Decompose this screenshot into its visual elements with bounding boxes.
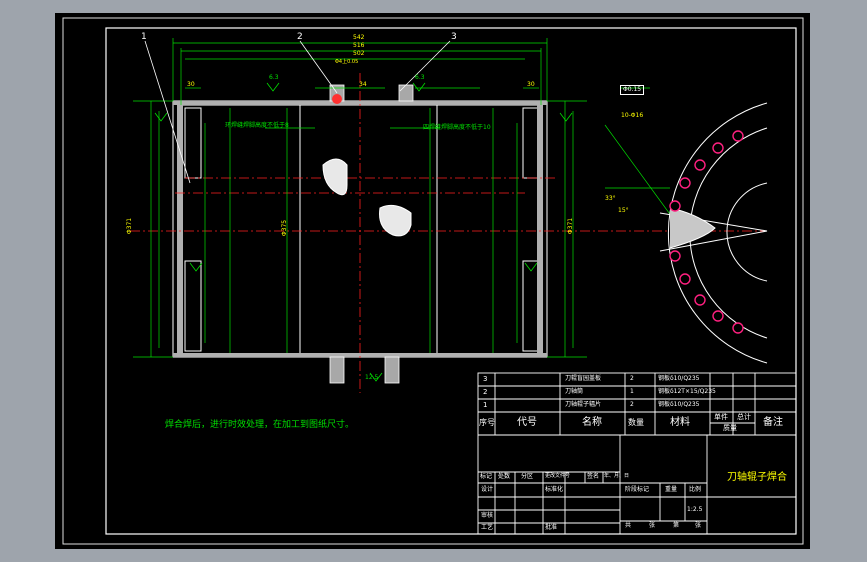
cylinder-body <box>172 100 548 358</box>
title-block-grid <box>477 372 797 535</box>
tb-scale-label: 比例 <box>689 486 702 493</box>
bom-row2-mat: 钢板δ12T×15/Q235 <box>658 388 716 395</box>
bom-row3-name: 刀辊盲园盖板 <box>565 375 602 382</box>
tb-sheets-c: 第 <box>673 522 680 529</box>
dim-angle-a: 33° <box>605 195 616 202</box>
tb-rev-zone: 分区 <box>521 473 534 480</box>
bom-row1-no: 1 <box>483 401 488 409</box>
bom-row2-name: 刀轴筒 <box>565 388 584 395</box>
dim-left-dia: Φ371 <box>126 217 134 235</box>
dim-right-dia: Φ371 <box>567 217 575 235</box>
callout-leaders <box>144 40 451 184</box>
bom-header-name: 名称 <box>582 417 602 428</box>
tb-sheets-d: 张 <box>695 522 702 529</box>
bom-row3-qty: 2 <box>630 375 634 382</box>
flange-view <box>659 102 768 364</box>
weld-note-left: 环焊缝焊脚高度不低于8 <box>225 122 289 129</box>
bom-row3-no: 3 <box>483 375 488 383</box>
tb-review: 审核 <box>481 512 494 519</box>
tb-process: 工艺 <box>481 524 494 531</box>
weld-note-right: 四焊缝焊脚高度不低于10 <box>423 124 491 131</box>
dim-top-right-30: 30 <box>527 81 535 88</box>
bom-header-material: 材料 <box>670 417 690 428</box>
bom-row2-qty: 1 <box>630 388 634 395</box>
drawing-note: 焊合焊后，进行时效处理，在加工到图纸尺寸。 <box>165 420 355 430</box>
tb-scale: 1:2.5 <box>687 506 703 513</box>
bom-row2-no: 2 <box>483 388 488 396</box>
tb-rev-mark: 标记 <box>480 473 493 480</box>
bom-header-weight: 质量 <box>723 424 737 432</box>
bom-row1-qty: 2 <box>630 401 634 408</box>
dim-angle-b: 15° <box>618 207 629 214</box>
dim-ground-2: 6.3 <box>415 74 425 81</box>
drawing-sheet: 1 2 3 542 516 502 30 30 34 Φ4上0.05 6.3 6… <box>55 13 810 549</box>
roughness-symbols <box>154 82 573 382</box>
tb-stage: 阶段标记 <box>625 486 650 493</box>
dim-top-3: 502 <box>353 50 365 57</box>
lug-mark <box>332 94 342 104</box>
callout-2: 2 <box>297 32 303 42</box>
tb-sheets-a: 共 <box>625 522 632 529</box>
bom-header-qty: 数量 <box>628 418 644 427</box>
tb-std: 标准化 <box>545 486 564 493</box>
bom-row1-name: 刀轴辊子辐片 <box>565 401 602 408</box>
tb-rev-count: 处数 <box>498 473 511 480</box>
tb-rev-doc: 更改文件号 <box>545 473 571 479</box>
bom-header-code: 代号 <box>517 417 537 428</box>
outer-border <box>62 17 804 545</box>
cad-drawing <box>62 17 804 545</box>
dim-bottom-sym: 12.5 <box>365 374 379 381</box>
weld-strips <box>173 101 547 357</box>
bom-row1-mat: 钢板δ10/Q235 <box>658 401 700 408</box>
dim-top-left-30: 30 <box>187 81 195 88</box>
bom-row3-mat: 钢板δ10/Q235 <box>658 375 700 382</box>
tb-rev-date: 年、月、日 <box>604 473 630 479</box>
drawing-title: 刀轴辊子焊合 <box>727 472 787 483</box>
bom-header-unit: 单件 <box>714 413 728 421</box>
dim-top-center: 34 <box>359 81 367 88</box>
tb-approve: 批准 <box>545 524 558 531</box>
tb-design: 设计 <box>481 486 494 493</box>
bom-header-no: 序号 <box>479 418 495 427</box>
dim-tolerance-box: Φ0.15 <box>620 85 645 95</box>
tb-rev-sign: 签名 <box>587 473 600 480</box>
dim-hole-spec: 10-Φ16 <box>621 112 644 119</box>
callout-1: 1 <box>141 32 147 42</box>
slot-cutouts <box>322 158 412 237</box>
dim-center-dia: Φ375 <box>281 219 289 237</box>
callout-3: 3 <box>451 32 457 42</box>
dim-tol-small: Φ4上0.05 <box>335 59 359 65</box>
bom-header-remark: 备注 <box>763 417 783 428</box>
dim-ground-1: 6.3 <box>269 74 279 81</box>
dim-top-2: 516 <box>353 42 365 49</box>
tb-mass: 重量 <box>665 486 678 493</box>
tb-sheets-b: 张 <box>649 522 656 529</box>
dim-top-overall: 542 <box>353 34 365 41</box>
bom-header-total: 总计 <box>737 413 751 421</box>
